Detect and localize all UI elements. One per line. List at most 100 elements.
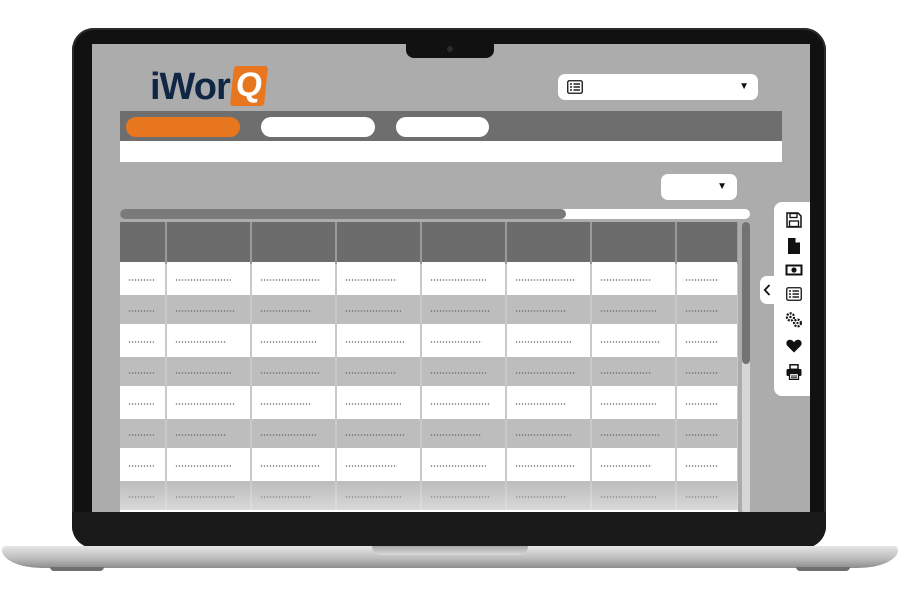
cell-placeholder (345, 278, 397, 281)
table-cell (166, 448, 252, 480)
filter-select[interactable]: ▼ (661, 174, 737, 200)
column-header[interactable] (591, 222, 677, 263)
table-cell (336, 293, 422, 325)
cell-placeholder (515, 371, 575, 374)
cell-placeholder (260, 309, 312, 312)
iworq-logo[interactable]: iWor Q (150, 64, 269, 106)
cell-placeholder (345, 402, 401, 405)
chevron-down-icon: ▼ (739, 81, 749, 92)
app-screen: iWor Q ▼ ▼ (92, 44, 810, 512)
table-cell (336, 262, 422, 294)
cell-placeholder (515, 278, 575, 281)
grid-fade (120, 482, 738, 512)
table-cell (336, 355, 422, 387)
tab-3[interactable] (396, 117, 489, 137)
column-header[interactable] (676, 222, 738, 263)
logo-q-mark: Q (229, 66, 269, 106)
sub-toolbar (120, 141, 782, 162)
list-icon (786, 287, 802, 301)
cell-placeholder (515, 309, 567, 312)
horizontal-scroll-thumb[interactable] (120, 209, 566, 219)
collapse-toolbar-button[interactable] (760, 276, 774, 304)
cell-placeholder (345, 340, 405, 343)
table-cell (591, 293, 677, 325)
cell-placeholder (128, 402, 154, 405)
table-row[interactable] (120, 448, 738, 480)
cell-placeholder (260, 464, 320, 467)
table-cell (336, 448, 422, 480)
table-cell (506, 386, 592, 418)
module-select[interactable]: ▼ (558, 74, 758, 100)
column-header[interactable] (251, 222, 337, 263)
horizontal-scrollbar[interactable] (120, 209, 750, 219)
table-cell (591, 417, 677, 449)
table-cell (251, 355, 337, 387)
cell-placeholder (600, 371, 652, 374)
table-row[interactable] (120, 324, 738, 356)
column-header[interactable] (336, 222, 422, 263)
cash-icon (785, 264, 803, 276)
table-cell (421, 355, 507, 387)
cell-placeholder (515, 464, 575, 467)
cell-placeholder (345, 464, 397, 467)
cell-placeholder (685, 309, 719, 312)
table-cell (166, 386, 252, 418)
heart-icon (786, 339, 802, 353)
cell-placeholder (175, 278, 231, 281)
vertical-scroll-thumb[interactable] (742, 222, 750, 364)
table-cell (166, 355, 252, 387)
table-cell (676, 293, 738, 325)
cell-placeholder (600, 278, 652, 281)
cell-placeholder (260, 278, 320, 281)
cell-placeholder (260, 340, 316, 343)
settings-button[interactable] (784, 310, 804, 330)
list-view-button[interactable] (784, 284, 804, 304)
billing-button[interactable] (784, 260, 804, 280)
cell-placeholder (600, 464, 652, 467)
table-cell (251, 262, 337, 294)
column-header[interactable] (421, 222, 507, 263)
cell-placeholder (600, 402, 656, 405)
new-document-button[interactable] (784, 236, 804, 256)
column-header[interactable] (166, 222, 252, 263)
save-icon (786, 212, 802, 228)
tab-2[interactable] (261, 117, 375, 137)
cell-placeholder (260, 433, 316, 436)
table-row[interactable] (120, 293, 738, 325)
table-row[interactable] (120, 355, 738, 387)
table-cell (676, 324, 738, 356)
cell-placeholder (685, 278, 719, 281)
column-header[interactable] (506, 222, 592, 263)
cell-placeholder (260, 371, 320, 374)
cell-placeholder (430, 309, 490, 312)
table-row[interactable] (120, 262, 738, 294)
table-header-row (120, 222, 738, 263)
cell-placeholder (430, 433, 482, 436)
table-cell (591, 262, 677, 294)
cell-placeholder (345, 433, 405, 436)
save-button[interactable] (784, 210, 804, 230)
cell-placeholder (345, 371, 397, 374)
chevron-down-icon: ▼ (717, 181, 727, 192)
table-row[interactable] (120, 386, 738, 418)
laptop-foot-right (796, 567, 850, 571)
print-button[interactable] (784, 362, 804, 382)
cell-placeholder (430, 402, 490, 405)
camera-lens (447, 46, 453, 52)
cell-placeholder (430, 371, 486, 374)
laptop-frame: iWor Q ▼ ▼ (0, 0, 900, 600)
favorite-button[interactable] (784, 336, 804, 356)
cell-placeholder (600, 433, 660, 436)
table-row[interactable] (120, 417, 738, 449)
cell-placeholder (128, 433, 154, 436)
vertical-scrollbar[interactable] (742, 222, 750, 512)
tab-1[interactable] (126, 117, 240, 137)
cell-placeholder (685, 402, 719, 405)
side-toolbar (774, 202, 810, 396)
cell-placeholder (430, 464, 486, 467)
table-cell (421, 417, 507, 449)
table-cell (336, 386, 422, 418)
table-cell (166, 324, 252, 356)
column-header[interactable] (120, 222, 167, 263)
table-cell (506, 293, 592, 325)
